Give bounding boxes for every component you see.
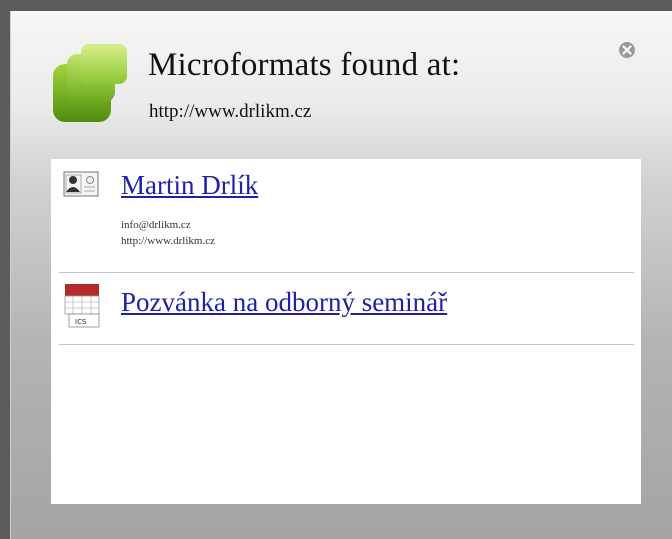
contact-link[interactable]: Martin Drlík: [121, 170, 258, 201]
popup-frame: Microformats found at: http://www.drlikm…: [0, 0, 672, 539]
contact-email: info@drlikm.cz: [121, 219, 191, 231]
popup-title: Microformats found at:: [148, 47, 461, 83]
ics-calendar-icon: ICS: [64, 284, 100, 328]
event-link[interactable]: Pozvánka na odborný seminář: [121, 287, 447, 318]
close-icon[interactable]: [617, 40, 637, 60]
contact-url: http://www.drlikm.cz: [121, 235, 215, 247]
list-item: ICS Pozvánka na odborný seminář: [59, 273, 634, 345]
page-url: http://www.drlikm.cz: [149, 101, 312, 122]
microformats-panel: Microformats found at: http://www.drlikm…: [10, 11, 672, 539]
list-item: Martin Drlík info@drlikm.cz http://www.d…: [59, 159, 634, 273]
ics-label: ICS: [75, 318, 87, 326]
microformats-logo-icon: [53, 44, 127, 122]
vcard-contact-icon: [63, 171, 99, 197]
microformats-list: Martin Drlík info@drlikm.cz http://www.d…: [51, 159, 641, 504]
